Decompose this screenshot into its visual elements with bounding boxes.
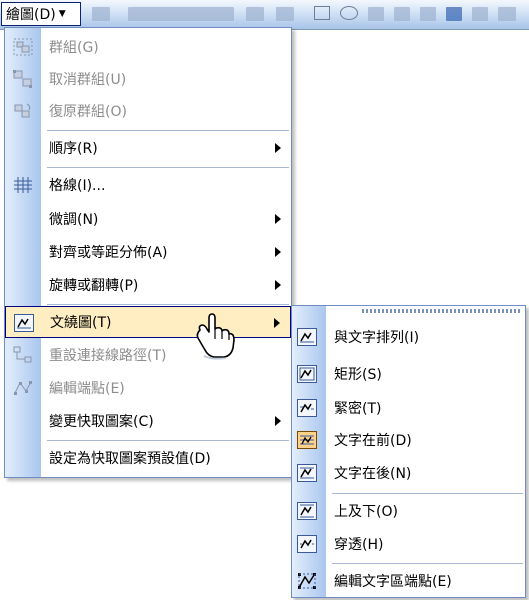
vertical-textbox-icon[interactable] [394,7,410,21]
menu-item-change-autoshape[interactable]: 變更快取圖案(C) [5,405,291,437]
submenu-item-behind-text[interactable]: 文字在前(D) [292,424,525,456]
submenu-arrow-icon [275,214,281,224]
submenu-item-square[interactable]: 矩形(S) [292,358,525,390]
drawing-toolbar: 繪圖(D) ▼ [0,0,529,30]
text-wrapping-submenu: 與文字排列(I) 矩形(S) 緊密(T) 文字在前(D) 文字在後(N) 上及下… [291,305,526,598]
draw-menu-label: 繪圖(D) [6,7,56,23]
menu-item-reroute-connectors: 重設連接線路徑(T) [5,339,291,371]
clipart-icon[interactable] [472,7,488,21]
group-icon [12,38,34,56]
insert-picture-icon[interactable] [498,7,516,21]
menu-item-edit-points: 編輯端點(E) [5,372,291,404]
menu-item-regroup: 復原群組(O) [5,95,291,127]
menu-item-rotate-flip[interactable]: 旋轉或翻轉(P) [5,269,291,301]
line-icon[interactable] [246,7,264,21]
submenu-arrow-icon [275,280,281,290]
submenu-item-top-and-bottom[interactable]: 上及下(O) [292,495,525,527]
menu-item-set-autoshape-defaults[interactable]: 設定為快取圖案預設值(D) [5,442,291,474]
hand-pointer-cursor [192,312,236,360]
inline-with-text-icon [296,328,318,346]
ungroup-icon [12,70,34,88]
text-wrap-icon [13,314,35,332]
diagram-icon[interactable] [446,7,462,21]
tear-off-grip[interactable] [362,309,522,313]
wordart-icon[interactable] [420,7,436,21]
autoshapes-button[interactable] [128,7,234,21]
submenu-item-through[interactable]: 穿透(H) [292,528,525,560]
submenu-arrow-icon [275,143,281,153]
submenu-arrow-icon [275,416,281,426]
oval-icon[interactable] [340,6,358,20]
submenu-item-edit-wrap-points[interactable]: 編輯文字區端點(E) [292,565,525,597]
reroute-connector-icon [12,346,34,364]
menu-item-order[interactable]: 順序(R) [5,132,291,164]
textbox-icon[interactable] [368,7,384,21]
menu-separator [47,130,289,131]
square-wrap-icon [296,365,318,383]
submenu-item-in-front-of-text[interactable]: 文字在後(N) [292,457,525,489]
grid-icon [12,176,34,194]
in-front-of-text-icon [296,464,318,482]
arrow-icon[interactable] [276,7,294,21]
rectangle-icon[interactable] [314,6,330,20]
submenu-item-inline[interactable]: 與文字排列(I) [292,321,525,353]
menu-separator [332,563,523,564]
submenu-arrow-icon [275,247,281,257]
menu-item-align-distribute[interactable]: 對齊或等距分佈(A) [5,236,291,268]
menu-separator [47,304,289,305]
menu-separator [47,440,289,441]
tight-wrap-icon [296,399,318,417]
menu-item-group: 群組(G) [5,31,291,63]
draw-menu: 群組(G) 取消群組(U) 復原群組(O) 順序(R) 格線(I)... 微調(… [4,27,292,478]
menu-item-nudge[interactable]: 微調(N) [5,203,291,235]
menu-item-grid[interactable]: 格線(I)... [5,169,291,201]
menu-item-text-wrapping[interactable]: 文繞圖(T) [5,306,291,338]
regroup-icon [12,102,34,120]
dropdown-arrow-icon: ▼ [58,9,66,19]
submenu-arrow-icon [274,318,280,328]
top-and-bottom-icon [296,502,318,520]
draw-menu-button[interactable]: 繪圖(D) ▼ [1,2,81,26]
through-wrap-icon [296,535,318,553]
menu-separator [332,493,523,494]
behind-text-icon [296,431,318,449]
menu-separator [47,167,289,168]
menu-item-ungroup: 取消群組(U) [5,63,291,95]
edit-wrap-points-icon [296,572,318,590]
select-objects-icon[interactable] [92,7,110,21]
submenu-item-tight[interactable]: 緊密(T) [292,392,525,424]
edit-points-icon [12,379,34,397]
